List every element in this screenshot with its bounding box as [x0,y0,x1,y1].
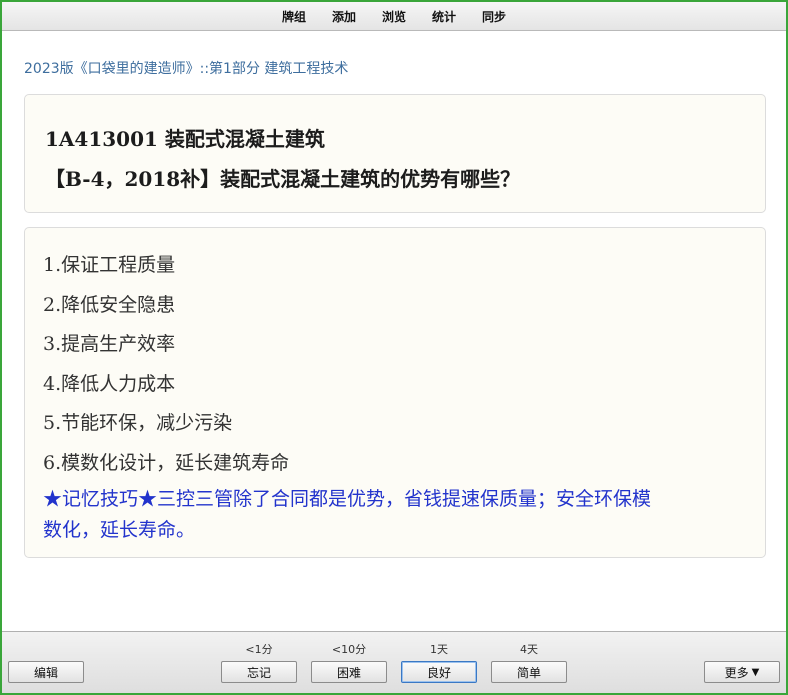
menu-browse[interactable]: 浏览 [369,8,419,25]
interval-easy: 4天 [520,643,538,656]
menu-add[interactable]: 添加 [319,8,369,25]
deck-path: 2023版《口袋里的建造师》::第1部分 建筑工程技术 [24,61,349,77]
memory-tip-line: 数化，延长寿命。 [43,519,196,541]
menu-stats[interactable]: 统计 [419,8,469,25]
bottom-answer-bar: 编辑 <1分 忘记 <10分 困难 1天 良好 4天 简单 更多 ▼ [2,631,786,693]
interval-good: 1天 [430,643,448,656]
memory-tip: ★记忆技巧★三控三管除了合同都是优势，省钱提速保质量；安全环保模 数化，延长寿命… [43,484,747,546]
answer-item: 6.模数化设计，延长建筑寿命 [43,451,290,474]
more-button[interactable]: 更多 ▼ [704,661,780,683]
menu-decks[interactable]: 牌组 [269,8,319,25]
top-menu-bar: 牌组 添加 浏览 统计 同步 [2,2,786,31]
answer-card: 1.保证工程质量 2.降低安全隐患 3.提高生产效率 4.降低人力成本 5.节能… [24,227,766,558]
question-text: 【B-4，2018补】装配式混凝土建筑的优势有哪些？ [45,167,521,191]
interval-again: <1分 [245,643,273,656]
triangle-down-icon: ▼ [751,666,760,678]
again-button[interactable]: 忘记 [221,661,297,683]
more-label: 更多 [724,665,749,680]
menu-sync[interactable]: 同步 [469,8,519,25]
hard-button[interactable]: 困难 [311,661,387,683]
answer-item: 1.保证工程质量 [43,254,176,276]
question-title: 1A413001 装配式混凝土建筑 [45,127,325,151]
question-card: 1A413001 装配式混凝土建筑 【B-4，2018补】装配式混凝土建筑的优势… [24,94,766,213]
memory-tip-line: ★记忆技巧★三控三管除了合同都是优势，省钱提速保质量；安全环保模 [43,488,652,510]
edit-button[interactable]: 编辑 [8,661,84,683]
answer-item: 5.节能环保，减少污染 [43,412,233,434]
good-button[interactable]: 良好 [401,661,477,683]
answer-item: 3.提高生产效率 [43,333,176,355]
easy-button[interactable]: 简单 [491,661,567,683]
interval-hard: <10分 [331,643,367,656]
answer-item: 2.降低安全隐患 [43,293,176,316]
answer-item: 4.降低人力成本 [43,372,176,395]
